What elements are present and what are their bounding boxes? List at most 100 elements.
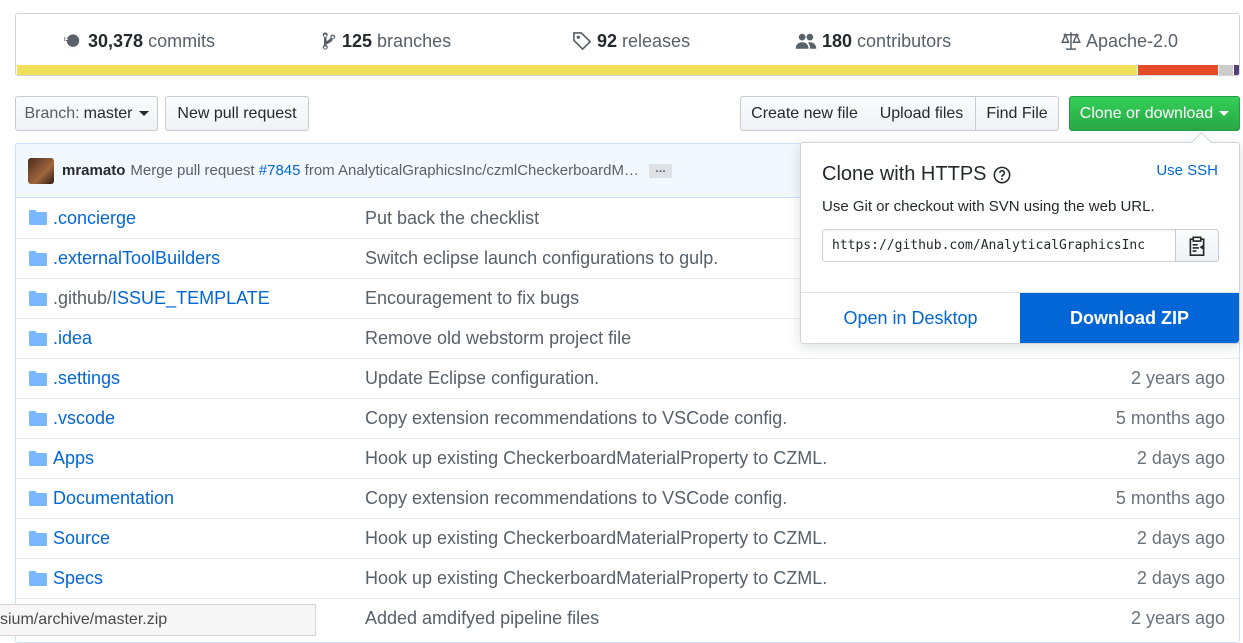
commits-count: 30,378: [88, 30, 144, 51]
clone-title-text: Clone with HTTPS: [822, 163, 987, 185]
file-name: .settings: [53, 368, 121, 388]
tag-icon: [572, 31, 592, 51]
branch-name: master: [83, 104, 133, 122]
clone-url-input[interactable]: [822, 229, 1175, 262]
branch-select-button[interactable]: Branch: master: [15, 96, 158, 131]
language-segment[interactable]: [1234, 65, 1239, 75]
contributors-count: 180: [822, 30, 853, 51]
file-commit-message[interactable]: Hook up existing CheckerboardMaterialPro…: [365, 448, 827, 469]
question-icon[interactable]: [993, 166, 1011, 184]
new-pull-request-button[interactable]: New pull request: [165, 96, 309, 131]
clone-or-download-button[interactable]: Clone or download: [1069, 96, 1240, 131]
file-name-link[interactable]: Documentation: [53, 488, 174, 509]
file-age: 2 days ago: [1136, 528, 1225, 548]
file-name: .idea: [53, 328, 93, 348]
avatar[interactable]: [28, 157, 54, 184]
file-commit-message[interactable]: Encouragement to fix bugs: [365, 288, 579, 309]
file-age: 2 years ago: [1130, 608, 1225, 628]
folder-icon: [29, 491, 47, 506]
table-row: .vscode Copy extension recommendations t…: [16, 398, 1239, 438]
file-commit-message[interactable]: Update Eclipse configuration.: [365, 368, 599, 389]
upload-files-button[interactable]: Upload files: [868, 96, 976, 131]
file-name-link[interactable]: .settings: [53, 368, 120, 389]
file-name-link[interactable]: .concierge: [53, 208, 136, 229]
clone-title: Clone with HTTPS: [822, 163, 1011, 186]
file-age: 2 years ago: [1130, 368, 1225, 388]
file-name-link[interactable]: .vscode: [53, 408, 115, 429]
branches-count: 125: [342, 30, 373, 51]
file-name: Documentation: [53, 488, 175, 508]
git-branch-icon: [321, 31, 337, 51]
commit-message-prefix[interactable]: Merge pull request: [130, 162, 254, 179]
commit-message-suffix[interactable]: from AnalyticalGraphicsInc/czmlCheckerbo…: [305, 162, 639, 179]
clone-or-download-label: Clone or download: [1079, 104, 1214, 122]
releases-label: releases: [622, 30, 691, 51]
branches-stat[interactable]: 125 branches: [321, 30, 451, 52]
clone-description: Use Git or checkout with SVN using the w…: [822, 198, 1155, 215]
folder-icon: [29, 371, 47, 386]
file-name-link[interactable]: .externalToolBuilders: [53, 248, 220, 269]
file-name-link[interactable]: Source: [53, 528, 110, 549]
commits-stat[interactable]: 30,378 commits: [63, 30, 215, 52]
file-name: ISSUE_TEMPLATE: [112, 288, 270, 308]
releases-count: 92: [597, 30, 618, 51]
file-commit-message[interactable]: Copy extension recommendations to VSCode…: [365, 488, 787, 509]
folder-icon: [29, 210, 47, 225]
file-name-link[interactable]: .idea: [53, 328, 92, 349]
repo-summary-bar: 30,378 commits 125 branches 92 releases …: [15, 13, 1240, 76]
branches-label: branches: [377, 30, 452, 51]
folder-icon: [29, 571, 47, 586]
language-bar[interactable]: [16, 65, 1239, 75]
table-row: Specs Hook up existing CheckerboardMater…: [16, 558, 1239, 598]
folder-icon: [29, 291, 47, 306]
file-name-link[interactable]: Specs: [53, 568, 103, 589]
file-commit-message[interactable]: Hook up existing CheckerboardMaterialPro…: [365, 568, 827, 589]
folder-icon: [29, 251, 47, 266]
open-in-desktop-button[interactable]: Open in Desktop: [801, 293, 1020, 343]
caret-down-icon: [1219, 111, 1230, 116]
table-row: Source Hook up existing CheckerboardMate…: [16, 518, 1239, 558]
commits-label: commits: [148, 30, 216, 51]
table-row: .settings Update Eclipse configuration. …: [16, 358, 1239, 398]
browser-status-bar: sium/archive/master.zip: [0, 604, 316, 636]
file-name-link[interactable]: .github/ISSUE_TEMPLATE: [53, 288, 270, 309]
use-ssh-link[interactable]: Use SSH: [1156, 162, 1218, 179]
clone-actions: Open in Desktop Download ZIP: [801, 292, 1239, 343]
language-segment[interactable]: [1138, 65, 1218, 75]
file-commit-message[interactable]: Switch eclipse launch configurations to …: [365, 248, 718, 269]
pull-request-link[interactable]: #7845: [259, 162, 301, 179]
folder-icon: [29, 531, 47, 546]
file-commit-message[interactable]: Copy extension recommendations to VSCode…: [365, 408, 787, 429]
releases-stat[interactable]: 92 releases: [572, 30, 690, 52]
file-commit-message[interactable]: Put back the checklist: [365, 208, 539, 229]
download-zip-button[interactable]: Download ZIP: [1020, 293, 1239, 343]
caret-down-icon: [138, 111, 149, 116]
file-age: 5 months ago: [1115, 408, 1225, 428]
file-commit-message[interactable]: Remove old webstorm project file: [365, 328, 631, 349]
history-icon: [63, 31, 83, 51]
language-segment[interactable]: [1218, 65, 1234, 75]
find-file-button[interactable]: Find File: [975, 96, 1059, 131]
expand-commit-message-button[interactable]: …: [648, 163, 672, 178]
file-name-link[interactable]: Apps: [53, 448, 94, 469]
language-segment[interactable]: [17, 65, 1138, 75]
copy-to-clipboard-button[interactable]: [1175, 229, 1219, 262]
file-commit-message[interactable]: Added amdifyed pipeline files: [365, 608, 599, 629]
folder-icon: [29, 331, 47, 346]
license-label: Apache-2.0: [1086, 30, 1179, 51]
folder-icon: [29, 411, 47, 426]
file-commit-message[interactable]: Hook up existing CheckerboardMaterialPro…: [365, 528, 827, 549]
file-name: .externalToolBuilders: [53, 248, 221, 268]
clone-dropdown: Clone with HTTPS Use SSH Use Git or chec…: [800, 142, 1240, 344]
contributors-stat[interactable]: 180 contributors: [795, 30, 951, 52]
clipboard-icon: [1188, 235, 1206, 256]
commit-author[interactable]: mramato: [62, 162, 125, 179]
file-age: 2 days ago: [1136, 448, 1225, 468]
file-dir-prefix: .github/: [53, 288, 113, 308]
license-stat[interactable]: Apache-2.0: [1061, 30, 1178, 52]
law-icon: [1061, 31, 1081, 51]
create-new-file-button[interactable]: Create new file: [740, 96, 869, 131]
table-row: Documentation Copy extension recommendat…: [16, 478, 1239, 518]
folder-icon: [29, 451, 47, 466]
contributors-label: contributors: [857, 30, 952, 51]
